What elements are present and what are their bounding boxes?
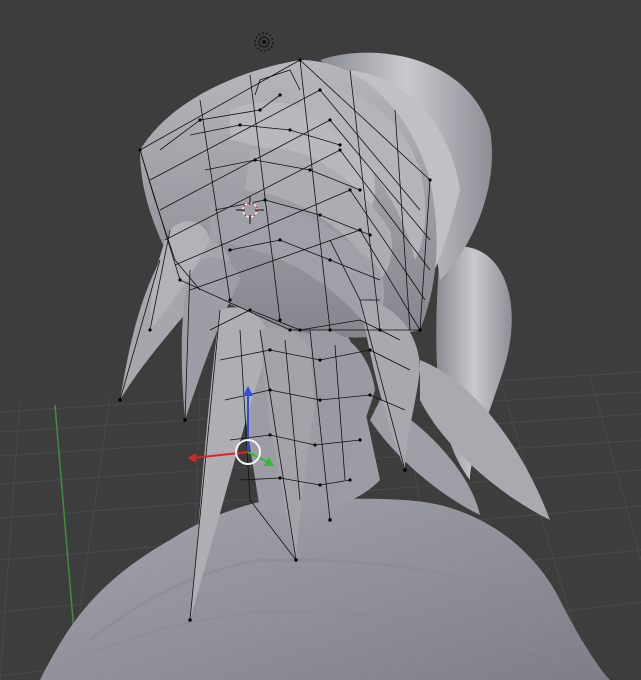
body-mesh — [40, 498, 610, 680]
3d-viewport[interactable] — [0, 0, 641, 680]
x-axis-arrowhead[interactable] — [188, 453, 196, 463]
viewport-canvas[interactable] — [0, 0, 641, 680]
camera-target-icon[interactable] — [254, 32, 274, 52]
